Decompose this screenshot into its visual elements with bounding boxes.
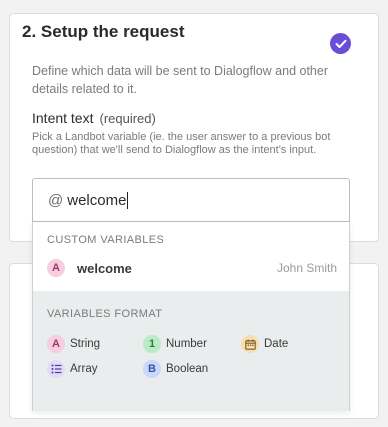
variable-option-welcome[interactable]: A welcome John Smith <box>33 256 349 280</box>
text-caret <box>127 191 129 209</box>
custom-variables-header: CUSTOM VARIABLES <box>47 234 165 246</box>
field-label-text: Intent text <box>32 110 94 126</box>
format-label: Boolean <box>166 363 209 375</box>
at-prefix: @ <box>48 191 64 209</box>
number-badge-icon: 1 <box>143 335 161 353</box>
required-label: (required) <box>99 111 156 126</box>
intent-text-label: Intent text (required) <box>32 110 156 126</box>
string-badge-icon: A <box>47 335 65 353</box>
format-string: A String <box>47 335 100 353</box>
input-value: welcome <box>67 191 127 209</box>
format-label: Number <box>166 338 207 350</box>
boolean-badge-icon: B <box>143 360 161 378</box>
format-date: Date <box>241 335 288 353</box>
calendar-icon <box>241 335 259 353</box>
list-icon <box>47 360 65 378</box>
format-number: 1 Number <box>143 335 207 353</box>
step-title: 2. Setup the request <box>22 22 185 41</box>
format-array: Array <box>47 360 97 378</box>
variables-format-header: VARIABLES FORMAT <box>47 308 163 320</box>
format-label: Date <box>264 338 289 350</box>
intent-text-input[interactable]: @ welcome <box>32 178 350 222</box>
variables-format-panel: VARIABLES FORMAT A String 1 Number Date … <box>33 291 349 411</box>
format-boolean: B Boolean <box>143 360 208 378</box>
check-circle-icon <box>330 33 351 54</box>
variable-name: welcome <box>77 260 132 276</box>
variable-dropdown: CUSTOM VARIABLES A welcome John Smith VA… <box>32 222 350 411</box>
step-description: Define which data will be sent to Dialog… <box>32 64 329 96</box>
format-label: Array <box>70 363 98 375</box>
string-badge-icon: A <box>47 259 65 277</box>
field-help-text: Pick a Landbot variable (ie. the user an… <box>32 131 331 156</box>
format-label: String <box>70 338 101 350</box>
variable-owner: John Smith <box>276 261 337 275</box>
